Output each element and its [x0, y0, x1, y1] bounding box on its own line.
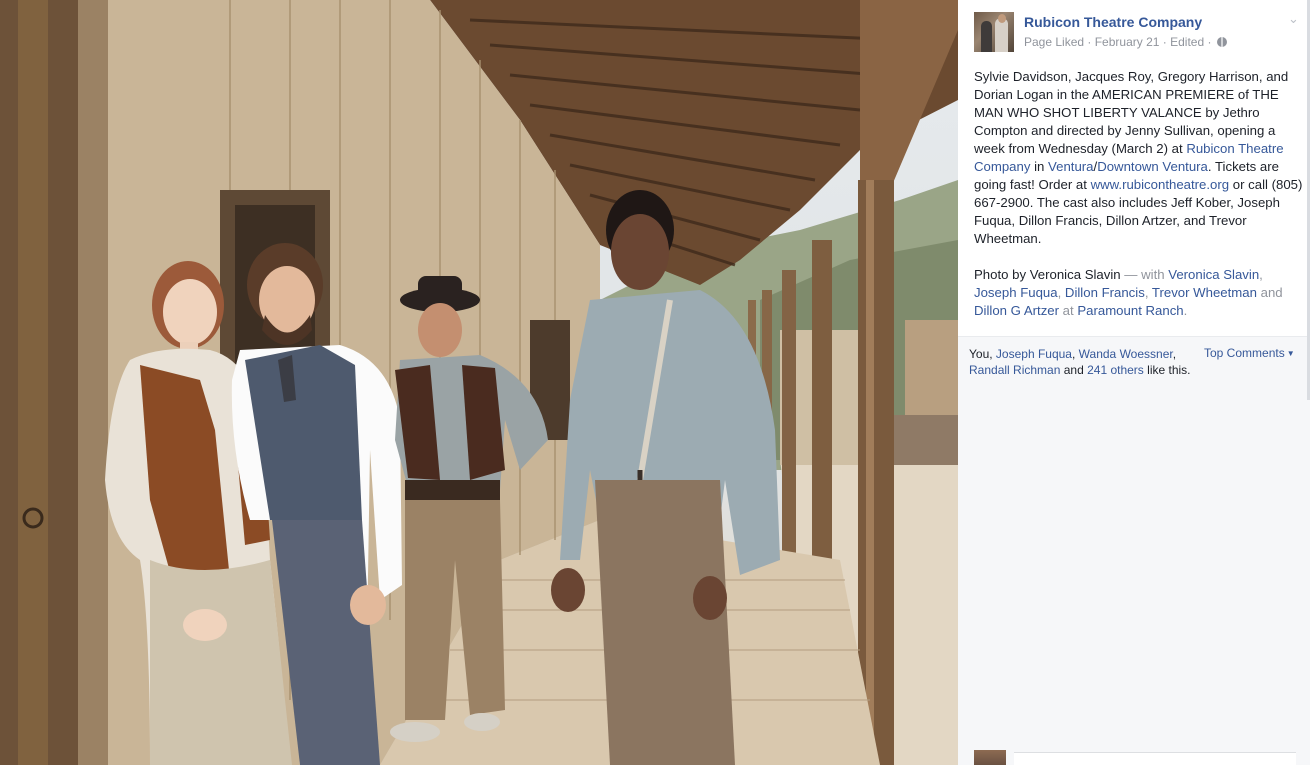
ventura-link[interactable]: Ventura [1048, 159, 1093, 174]
likes-you: You, [969, 347, 996, 361]
and-text: and [1256, 285, 1283, 300]
meta-separator: · [1159, 35, 1171, 49]
meta-separator: · [1084, 35, 1095, 49]
edited-label[interactable]: Edited [1170, 35, 1204, 49]
comma: , [1172, 347, 1177, 361]
photo-illustration [0, 0, 958, 765]
tag-joseph-fuqua[interactable]: Joseph Fuqua [974, 285, 1058, 300]
globe-icon[interactable] [1216, 37, 1227, 47]
with-text: — with [1120, 267, 1169, 282]
top-comments-label: Top Comments [1204, 346, 1285, 360]
page-name-link[interactable]: Rubicon Theatre Company [1024, 14, 1202, 30]
post-text: Sylvie Davidson, Jacques Roy, Gregory Ha… [974, 68, 1304, 338]
post-caption: Sylvie Davidson, Jacques Roy, Gregory Ha… [974, 68, 1304, 248]
tag-veronica-slavin[interactable]: Veronica Slavin [1168, 267, 1259, 282]
period: . [1183, 303, 1188, 318]
tag-dillon-artzer[interactable]: Dillon G Artzer [974, 303, 1059, 318]
post-photo[interactable] [0, 0, 958, 765]
at-text: at [1059, 303, 1078, 318]
page-avatar[interactable] [974, 12, 1014, 52]
commenter-avatar [974, 750, 1006, 765]
comma: , [1071, 347, 1079, 361]
comma: , [1144, 285, 1152, 300]
chevron-down-icon[interactable]: ⌄ [1288, 12, 1299, 25]
liker-joseph-fuqua[interactable]: Joseph Fuqua [996, 347, 1072, 361]
caption-text: in [1030, 159, 1049, 174]
website-link[interactable]: www.rubicontheatre.org [1091, 177, 1230, 192]
tag-dillon-francis[interactable]: Dillon Francis [1065, 285, 1145, 300]
likes-section: You, Joseph Fuqua, Wanda Woessner, Randa… [958, 337, 1310, 765]
post-date[interactable]: February 21 [1095, 35, 1160, 49]
liker-wanda-woessner[interactable]: Wanda Woessner [1079, 347, 1173, 361]
top-comments-dropdown[interactable]: Top Comments ▼ [1204, 346, 1295, 360]
photo-by-text: Photo by Veronica Slavin [974, 267, 1121, 282]
meta-separator: · [1204, 35, 1215, 49]
downtown-ventura-link[interactable]: Downtown Ventura [1097, 159, 1208, 174]
and-text: and [1060, 363, 1088, 377]
likes-suffix: like this. [1143, 363, 1191, 377]
photo-credits: Photo by Veronica Slavin — with Veronica… [974, 266, 1304, 320]
comma: , [1057, 285, 1065, 300]
page-liked-status[interactable]: Page Liked [1024, 35, 1084, 49]
post-meta: Page Liked · February 21 · Edited · [1024, 35, 1227, 49]
likes-others-link[interactable]: 241 others [1087, 363, 1144, 377]
tag-trevor-wheetman[interactable]: Trevor Wheetman [1152, 285, 1257, 300]
liker-randall-richman[interactable]: Randall Richman [969, 363, 1060, 377]
comment-input[interactable] [1014, 752, 1296, 765]
place-link[interactable]: Paramount Ranch [1077, 303, 1183, 318]
likes-summary: You, Joseph Fuqua, Wanda Woessner, Randa… [969, 346, 1194, 378]
comma: , [1259, 267, 1263, 282]
post-sidebar: Rubicon Theatre Company Page Liked · Feb… [958, 0, 1310, 765]
caret-down-icon: ▼ [1286, 349, 1295, 358]
